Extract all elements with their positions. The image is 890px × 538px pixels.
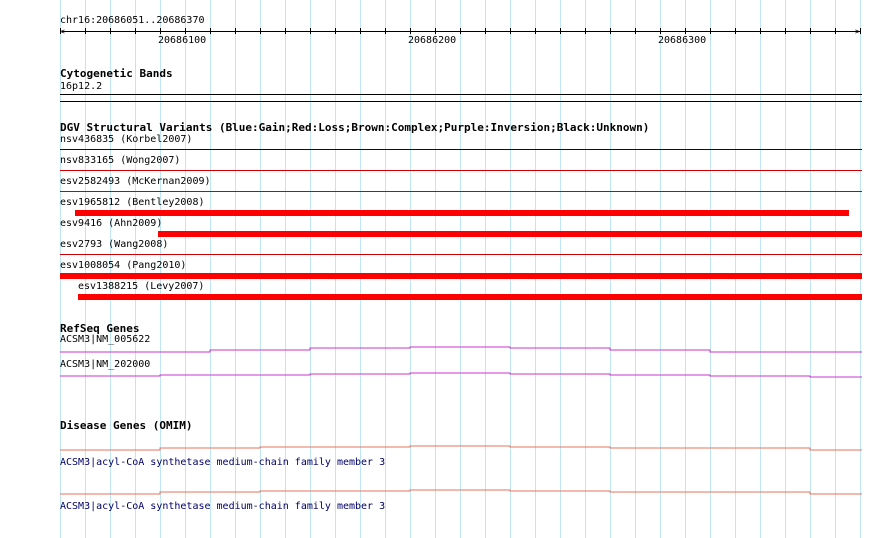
omim-gene-label[interactable]: ACSM3|acyl-CoA synthetase medium-chain f…	[60, 457, 385, 469]
variant-label[interactable]: esv2793 (Wang2008)	[60, 239, 168, 251]
ruler-tick	[560, 28, 561, 34]
variant-loss-bar[interactable]	[158, 231, 862, 237]
omim-gene-line[interactable]	[0, 438, 890, 458]
ruler-tick	[735, 28, 736, 34]
ruler-tick	[635, 28, 636, 34]
ruler-tick	[285, 28, 286, 34]
ruler-coordinates: chr16:20686051..20686370	[60, 15, 205, 26]
ruler-tick	[60, 28, 61, 34]
cytoband-line[interactable]	[60, 101, 862, 102]
cytoband-line[interactable]	[60, 94, 862, 95]
ruler-tick-label: 20686100	[158, 35, 207, 46]
ruler-tick	[860, 28, 861, 34]
variant-label[interactable]: esv2582493 (McKernan2009)	[60, 176, 211, 188]
cytoband-track-title: Cytogenetic Bands	[60, 67, 173, 80]
variant-loss-bar[interactable]	[75, 210, 849, 216]
ruler-tick	[685, 28, 686, 34]
ruler-tick	[85, 28, 86, 34]
ruler-tick	[335, 28, 336, 34]
ruler-tick-label: 20686200	[408, 35, 457, 46]
ruler-tick	[360, 28, 361, 34]
refseq-gene-line[interactable]	[0, 366, 890, 386]
cytoband-label[interactable]: 16p12.2	[60, 81, 102, 93]
ruler-tick	[585, 28, 586, 34]
ruler-tick	[310, 28, 311, 34]
variant-loss-bar[interactable]	[60, 273, 862, 279]
ruler-tick	[185, 28, 186, 34]
ruler-tick	[260, 28, 261, 34]
ruler-tick	[410, 28, 411, 34]
ruler-tick	[460, 28, 461, 34]
variant-label[interactable]: esv1388215 (Levy2007)	[78, 281, 204, 293]
ruler-tick	[235, 28, 236, 34]
variant-line[interactable]	[60, 191, 862, 192]
variant-loss-bar[interactable]	[78, 294, 862, 300]
ruler-tick	[535, 28, 536, 34]
ruler-tick	[660, 28, 661, 34]
omim-gene-line[interactable]	[0, 482, 890, 502]
ruler-tick	[435, 28, 436, 34]
ruler-tick	[510, 28, 511, 34]
omim-gene-label[interactable]: ACSM3|acyl-CoA synthetase medium-chain f…	[60, 501, 385, 513]
ruler-tick	[110, 28, 111, 34]
ruler-tick	[835, 28, 836, 34]
ruler-tick	[210, 28, 211, 34]
ruler-tick	[610, 28, 611, 34]
variant-line[interactable]	[60, 254, 862, 255]
variant-label[interactable]: nsv833165 (Wong2007)	[60, 155, 180, 167]
ruler-tick	[160, 28, 161, 34]
ruler-tick	[760, 28, 761, 34]
ruler-axis[interactable]	[62, 31, 860, 32]
ruler-tick	[385, 28, 386, 34]
ruler-tick	[135, 28, 136, 34]
omim-track-title: Disease Genes (OMIM)	[60, 419, 193, 432]
ruler-tick	[710, 28, 711, 34]
ruler-tick	[785, 28, 786, 34]
variant-label[interactable]: esv1965812 (Bentley2008)	[60, 197, 205, 209]
variant-line[interactable]	[60, 149, 862, 150]
ruler-tick-label: 20686300	[658, 35, 707, 46]
ruler-tick	[485, 28, 486, 34]
variant-label[interactable]: esv9416 (Ahn2009)	[60, 218, 162, 230]
refseq-gene-line[interactable]	[0, 340, 890, 360]
variant-label[interactable]: esv1008054 (Pang2010)	[60, 260, 186, 272]
ruler-tick	[810, 28, 811, 34]
dgv-track-title: DGV Structural Variants (Blue:Gain;Red:L…	[60, 121, 650, 134]
variant-label[interactable]: nsv436835 (Korbel2007)	[60, 134, 192, 146]
variant-line[interactable]	[60, 170, 862, 171]
